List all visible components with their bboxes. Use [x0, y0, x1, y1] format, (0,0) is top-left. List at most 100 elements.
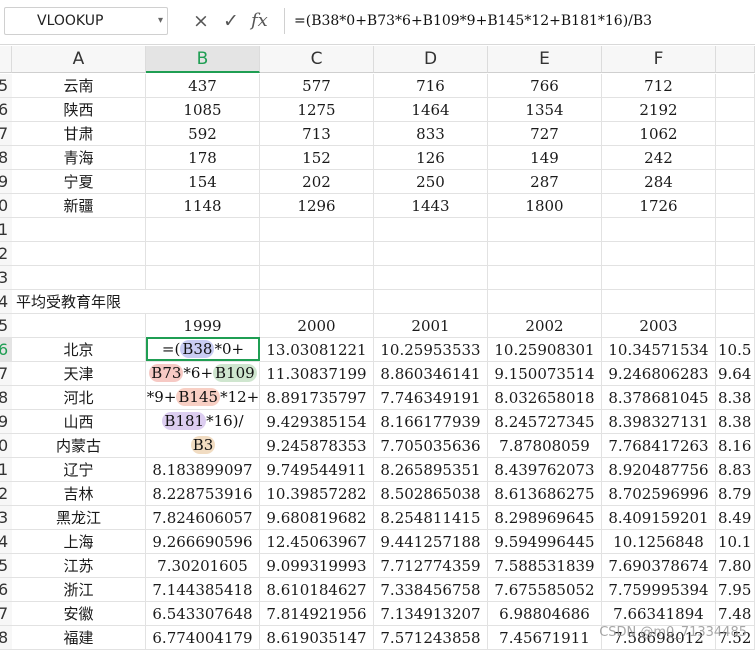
- cell-g[interactable]: 8.79: [716, 482, 755, 506]
- cell-a[interactable]: 新疆: [12, 194, 146, 218]
- cell-c[interactable]: 10.39857282: [260, 482, 374, 506]
- cell-c[interactable]: 152: [260, 146, 374, 170]
- cell-b[interactable]: 1999: [146, 314, 260, 338]
- cell-d[interactable]: 7.712774359: [374, 554, 488, 578]
- cell-d[interactable]: [374, 242, 488, 266]
- cell-e[interactable]: [488, 290, 602, 314]
- cell-b[interactable]: 154: [146, 170, 260, 194]
- cell-b[interactable]: [146, 242, 260, 266]
- cell-g[interactable]: [716, 242, 755, 266]
- cell-g[interactable]: 7.80: [716, 554, 755, 578]
- row-header[interactable]: 2: [0, 242, 12, 266]
- cell-b[interactable]: 437: [146, 74, 260, 98]
- cell-f[interactable]: 7.66341894: [602, 602, 716, 626]
- cell-b[interactable]: [146, 266, 260, 290]
- cell-d[interactable]: 8.265895351: [374, 458, 488, 482]
- cell-c[interactable]: 2000: [260, 314, 374, 338]
- confirm-icon[interactable]: ✓: [223, 9, 239, 33]
- cell-d[interactable]: 9.441257188: [374, 530, 488, 554]
- cell-e[interactable]: [488, 242, 602, 266]
- cell-g[interactable]: [716, 218, 755, 242]
- cell-e[interactable]: 2002: [488, 314, 602, 338]
- cell-d[interactable]: 1443: [374, 194, 488, 218]
- cell-c[interactable]: 577: [260, 74, 374, 98]
- cell-a[interactable]: 北京: [12, 338, 146, 362]
- cell-a[interactable]: 青海: [12, 146, 146, 170]
- cell-f[interactable]: 10.1256848: [602, 530, 716, 554]
- cell-e[interactable]: 1354: [488, 98, 602, 122]
- cell-d[interactable]: 126: [374, 146, 488, 170]
- cell-a[interactable]: [12, 242, 146, 266]
- cell-f[interactable]: 284: [602, 170, 716, 194]
- cell-b[interactable]: 6.543307648: [146, 602, 260, 626]
- cell-d[interactable]: 2001: [374, 314, 488, 338]
- cell-e[interactable]: 1800: [488, 194, 602, 218]
- row-header[interactable]: 5: [0, 554, 12, 578]
- row-header[interactable]: 4: [0, 530, 12, 554]
- cell-c[interactable]: 9.245878353: [260, 434, 374, 458]
- cell-a[interactable]: 山西: [12, 410, 146, 434]
- cell-a[interactable]: 江苏: [12, 554, 146, 578]
- cell-b[interactable]: 8.228753916: [146, 482, 260, 506]
- cell-e[interactable]: [488, 218, 602, 242]
- cell-a[interactable]: [12, 314, 146, 338]
- cell-f[interactable]: [602, 266, 716, 290]
- cell-g[interactable]: 8.83: [716, 458, 755, 482]
- cell-d[interactable]: 7.571243858: [374, 626, 488, 650]
- cell-e[interactable]: 8.245727345: [488, 410, 602, 434]
- cell-c[interactable]: 8.891735797: [260, 386, 374, 410]
- cell-f[interactable]: 1726: [602, 194, 716, 218]
- cell-e[interactable]: [488, 266, 602, 290]
- cell-c[interactable]: [260, 218, 374, 242]
- cell-c[interactable]: 1296: [260, 194, 374, 218]
- cell-g[interactable]: 8.38: [716, 386, 755, 410]
- cell-d[interactable]: 7.338456758: [374, 578, 488, 602]
- cell-c[interactable]: [260, 242, 374, 266]
- cell-e[interactable]: 149: [488, 146, 602, 170]
- cell-d[interactable]: 7.705035636: [374, 434, 488, 458]
- cell-c[interactable]: 9.429385154: [260, 410, 374, 434]
- cell-f[interactable]: 7.768417263: [602, 434, 716, 458]
- column-header-b[interactable]: B: [146, 46, 260, 73]
- row-header[interactable]: 1: [0, 218, 12, 242]
- cell-e[interactable]: 8.298969645: [488, 506, 602, 530]
- column-header-d[interactable]: D: [374, 46, 488, 73]
- column-header-g[interactable]: [716, 46, 755, 73]
- cell-f[interactable]: 712: [602, 74, 716, 98]
- cell-c[interactable]: 713: [260, 122, 374, 146]
- row-header[interactable]: 6: [0, 98, 12, 122]
- row-header[interactable]: 0: [0, 194, 12, 218]
- cell-c[interactable]: 11.30837199: [260, 362, 374, 386]
- formula-input[interactable]: =(B38*0+B73*6+B109*9+B145*12+B181*16)/B3: [294, 10, 652, 32]
- cell-e[interactable]: 287: [488, 170, 602, 194]
- cell-a[interactable]: 陕西: [12, 98, 146, 122]
- cell-a[interactable]: 上海: [12, 530, 146, 554]
- cell-f[interactable]: 7.759995394: [602, 578, 716, 602]
- row-header[interactable]: 5: [0, 314, 12, 338]
- cell-b[interactable]: 9.266690596: [146, 530, 260, 554]
- cell-f[interactable]: 7.690378674: [602, 554, 716, 578]
- cell-b[interactable]: 7.30201605: [146, 554, 260, 578]
- row-header[interactable]: 7: [0, 602, 12, 626]
- row-header[interactable]: 8: [0, 626, 12, 650]
- cell-f[interactable]: [602, 242, 716, 266]
- cell-a[interactable]: 内蒙古: [12, 434, 146, 458]
- row-header[interactable]: 3: [0, 506, 12, 530]
- cell-e[interactable]: 6.98804686: [488, 602, 602, 626]
- cell-e[interactable]: 10.25908301: [488, 338, 602, 362]
- name-box[interactable]: VLOOKUP ▾: [4, 7, 168, 35]
- cell-g[interactable]: 8.38: [716, 410, 755, 434]
- cell-f[interactable]: 10.34571534: [602, 338, 716, 362]
- cell-g[interactable]: [716, 146, 755, 170]
- cell-e[interactable]: 9.594996445: [488, 530, 602, 554]
- cell-f[interactable]: [602, 218, 716, 242]
- cell-a[interactable]: 甘肃: [12, 122, 146, 146]
- cell-e[interactable]: 9.150073514: [488, 362, 602, 386]
- fx-icon[interactable]: fx: [251, 9, 268, 33]
- cell-g[interactable]: 10.1: [716, 530, 755, 554]
- cell-a[interactable]: 安徽: [12, 602, 146, 626]
- row-header[interactable]: 3: [0, 266, 12, 290]
- cell-c[interactable]: 9.099319993: [260, 554, 374, 578]
- cell-e[interactable]: 7.588531839: [488, 554, 602, 578]
- cell-a[interactable]: 吉林: [12, 482, 146, 506]
